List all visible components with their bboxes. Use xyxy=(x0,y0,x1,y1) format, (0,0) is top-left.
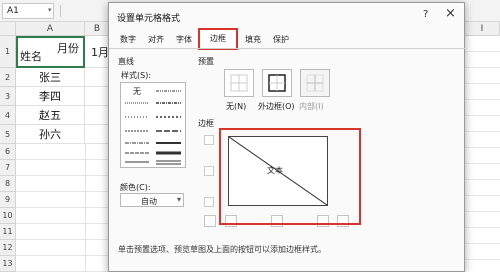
cell-b1[interactable]: 1月 xyxy=(85,36,110,68)
tab-font[interactable]: 字体 xyxy=(171,32,197,48)
dialog-title: 设置单元格格式 xyxy=(117,14,181,24)
hint-text: 单击预置选项、预览草图及上面的按钮可以添加边框样式。 xyxy=(118,245,326,254)
cell-a1-bottom-text: 姓名 xyxy=(20,50,42,63)
row-header-3[interactable]: 3 xyxy=(0,87,16,106)
tab-divider xyxy=(109,48,466,49)
cell-a1-top-text: 月份 xyxy=(57,42,79,55)
tab-alignment[interactable]: 对齐 xyxy=(143,32,169,48)
line-section-title: 直线 xyxy=(118,57,134,66)
border-top-button[interactable] xyxy=(204,135,214,145)
cell-a5[interactable]: 孙六 xyxy=(16,125,85,144)
divider xyxy=(60,5,61,17)
cell-b5[interactable] xyxy=(85,125,110,144)
preset-none-button[interactable] xyxy=(224,69,254,97)
row-header-7[interactable]: 7 xyxy=(0,160,16,176)
format-cells-dialog: 设置单元格格式 ? × 数字 对齐 字体 边框 填充 保护 直线 样式(S): … xyxy=(108,2,466,272)
column-header-i[interactable]: I xyxy=(465,22,500,36)
chevron-down-icon: ▾ xyxy=(176,195,181,204)
tab-number[interactable]: 数字 xyxy=(115,32,141,48)
preset-inside-label: 内部(I) xyxy=(299,102,324,111)
border-bottom-button[interactable] xyxy=(204,197,214,207)
line-style-list[interactable]: 无 xyxy=(120,82,186,168)
style-label: 样式(S): xyxy=(121,71,152,80)
border-section-title: 边框 xyxy=(198,119,214,128)
preset-outline-label: 外边框(O) xyxy=(258,102,295,111)
color-label: 颜色(C): xyxy=(120,183,151,192)
tab-border[interactable]: 边框 xyxy=(198,28,238,50)
column-header-a[interactable]: A xyxy=(16,22,85,36)
close-button[interactable]: × xyxy=(445,6,456,21)
select-all-corner[interactable] xyxy=(0,22,16,36)
row-header-13[interactable]: 13 xyxy=(0,256,16,272)
tab-fill[interactable]: 填充 xyxy=(240,32,266,48)
border-diagonal-up-button[interactable] xyxy=(204,215,216,227)
row-header-10[interactable]: 10 xyxy=(0,208,16,224)
preset-none-label: 无(N) xyxy=(226,102,247,111)
cell-b3[interactable] xyxy=(85,87,110,106)
preset-section-title: 预置 xyxy=(198,57,214,66)
tab-protection[interactable]: 保护 xyxy=(268,32,294,48)
preview-text: 文本 xyxy=(267,166,283,175)
row-header-4[interactable]: 4 xyxy=(0,106,16,125)
color-value: 自动 xyxy=(141,197,157,206)
grid-line xyxy=(85,144,86,272)
name-box[interactable]: A1 xyxy=(2,3,54,19)
preset-inside-button[interactable] xyxy=(300,69,330,97)
cell-a3[interactable]: 李四 xyxy=(16,87,85,106)
row-header-6[interactable]: 6 xyxy=(0,144,16,160)
cell-a4[interactable]: 赵五 xyxy=(16,106,85,125)
empty-cells[interactable] xyxy=(16,144,110,272)
row-header-5[interactable]: 5 xyxy=(0,125,16,144)
row-header-9[interactable]: 9 xyxy=(0,192,16,208)
line-style-options[interactable] xyxy=(121,83,185,167)
row-header-2[interactable]: 2 xyxy=(0,68,16,87)
cell-a1[interactable]: 月份 姓名 xyxy=(16,36,85,68)
cell-b4[interactable] xyxy=(85,106,110,125)
column-header-b[interactable]: B xyxy=(85,22,110,36)
row-header-8[interactable]: 8 xyxy=(0,176,16,192)
empty-cells-right[interactable] xyxy=(465,36,500,272)
help-button[interactable]: ? xyxy=(423,9,428,20)
color-dropdown[interactable]: 自动 ▾ xyxy=(120,193,184,207)
cell-b2[interactable] xyxy=(85,68,110,87)
border-inside-icon xyxy=(306,74,324,92)
border-middle-button[interactable] xyxy=(204,166,214,176)
cell-a2[interactable]: 张三 xyxy=(16,68,85,87)
border-preview[interactable]: 文本 xyxy=(228,136,328,206)
chevron-down-icon[interactable]: ▾ xyxy=(48,6,56,14)
border-outline-icon xyxy=(268,74,286,92)
border-none-icon xyxy=(230,74,248,92)
row-header-12[interactable]: 12 xyxy=(0,240,16,256)
row-header-1[interactable]: 1 xyxy=(0,36,16,68)
preset-outline-button[interactable] xyxy=(262,69,292,97)
row-header-11[interactable]: 11 xyxy=(0,224,16,240)
